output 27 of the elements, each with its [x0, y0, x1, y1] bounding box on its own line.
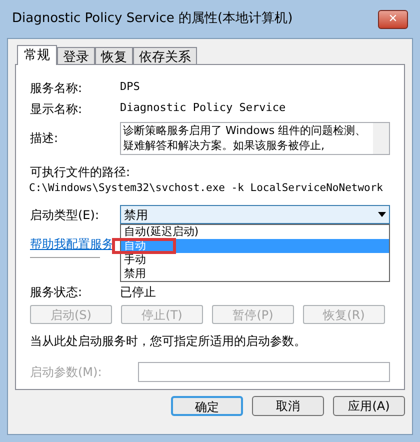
dialog-button[interactable]: 确定: [171, 396, 243, 416]
caret-icon: [378, 212, 386, 218]
field-value: Diagnostic Policy Service: [120, 100, 286, 116]
tab[interactable]: 恢复: [95, 47, 133, 65]
dropdown-option[interactable]: 自动(延迟启动): [121, 225, 389, 240]
dropdown-option[interactable]: 手动: [121, 253, 389, 268]
hint-text: 当从此处启动服务时，您可指定所适用的启动参数。: [30, 332, 307, 350]
scrollbar[interactable]: [373, 122, 389, 154]
startup-type-dropdown[interactable]: 禁用: [120, 205, 390, 224]
window-title: Diagnostic Policy Service 的属性(本地计算机): [12, 10, 294, 28]
tab[interactable]: 常规: [17, 45, 57, 65]
help-link[interactable]: 帮助我配置服务: [30, 236, 114, 251]
field-label: 服务名称:: [30, 80, 84, 96]
field-label: 显示名称:: [30, 100, 84, 118]
dialog-button[interactable]: 取消: [252, 396, 324, 416]
field-value: 已停止: [120, 284, 156, 302]
tab[interactable]: 登录: [57, 47, 95, 65]
field-label: 可执行文件的路径:: [30, 164, 132, 181]
dialog-button[interactable]: 应用(A): [333, 396, 405, 416]
field-label: 服务状态:: [30, 284, 84, 302]
field-label: 启动类型(E):: [30, 206, 100, 224]
field-value: DPS: [120, 79, 140, 96]
field-label: 启动参数(M):: [30, 364, 103, 381]
tab[interactable]: 依存关系: [133, 47, 197, 65]
path-value: C:\Windows\System32\svchost.exe -k LocalServiceNoNetwork: [29, 181, 384, 196]
dropdown-option[interactable]: 禁用: [121, 267, 389, 282]
field-label: 描述:: [30, 130, 60, 147]
